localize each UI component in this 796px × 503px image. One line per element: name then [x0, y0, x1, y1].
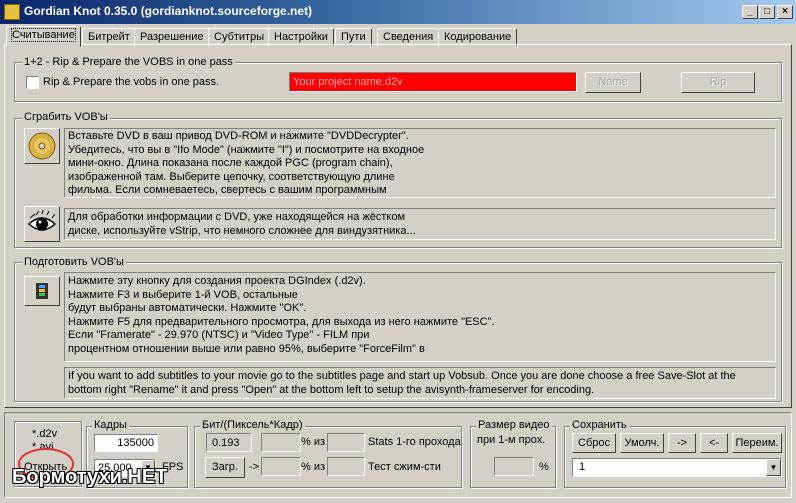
video-size-pct: %: [539, 461, 549, 473]
prepare-line-5: Если "Framerate" - 29.970 (NTSC) и "Vide…: [68, 329, 370, 341]
dgindex-button[interactable]: [24, 276, 60, 306]
project-name-input[interactable]: Your project name.d2v: [289, 72, 577, 92]
stats-total-field[interactable]: [327, 433, 365, 452]
save-label: Сохранить: [570, 419, 629, 431]
minimize-button[interactable]: _: [742, 5, 758, 19]
ext-d2v-label: *.d2v: [32, 428, 58, 440]
frames-value: 135000: [117, 437, 154, 449]
prepare-line-4: Нажмите F5 для предварительного просмотр…: [68, 315, 495, 328]
test-total-field[interactable]: [327, 457, 365, 476]
test-label: Тест сжим-сти: [368, 461, 441, 473]
arrow-label: ->: [249, 461, 260, 473]
project-name-placeholder: Your project name.d2v: [293, 76, 403, 88]
pct-from-label-2: % из: [301, 461, 326, 473]
stats-label: Stats 1-го прохода: [368, 436, 461, 448]
reset-button[interactable]: Сброс: [572, 433, 616, 453]
prepare-group-legend: Подготовить VOB'ы: [22, 256, 126, 268]
pct-from-label-1: % из: [301, 436, 326, 448]
prepare-line-6: процентном отношении выше или равно 95%,…: [68, 342, 425, 355]
default-button[interactable]: Умолч.: [620, 433, 664, 453]
subtitle-note-text: If you want to add subtitles to your mov…: [68, 370, 736, 396]
pct-stats-field[interactable]: [261, 433, 301, 452]
dvd-instructions-box: Вставьте DVD в ваш привод DVD-ROM и нажм…: [64, 128, 776, 198]
maximize-button[interactable]: □: [759, 5, 775, 19]
tab-reading[interactable]: Считывание: [6, 26, 81, 47]
subtitle-note-box: If you want to add subtitles to your mov…: [64, 367, 776, 399]
save-slot-select[interactable]: 1 ▼: [572, 458, 782, 477]
rip-prepare-label: Rip & Prepare the vobs in one pass.: [43, 76, 220, 88]
vstrip-instructions-box: Для обработки информации с DVD, уже нахо…: [64, 208, 776, 240]
close-button[interactable]: ×: [777, 5, 793, 19]
title-bar: Gordian Knot 0.35.0 (gordianknot.sourcef…: [0, 0, 796, 24]
prepare-instructions-box: Нажмите эту кнопку для создания проекта …: [64, 272, 776, 362]
app-icon: [4, 4, 20, 20]
vstrip-instructions-text: Для обработки информации с DVD, уже нахо…: [68, 211, 416, 237]
eye-icon: [27, 210, 57, 231]
dvd-instructions-text: Вставьте DVD в ваш привод DVD-ROM и нажм…: [68, 130, 425, 196]
rip-group-legend: 1+2 - Rip & Prepare the VOBS in one pass: [22, 56, 235, 68]
bits-value: 0.193: [212, 437, 240, 449]
frames-label: Кадры: [92, 419, 129, 431]
pct-test-field[interactable]: [261, 457, 301, 476]
grab-group-legend: Сграбить VOB'ы: [22, 111, 110, 123]
bits-label: Бит/(Пиксель*Кадр): [200, 419, 305, 431]
frames-input[interactable]: 135000: [94, 434, 158, 452]
video-size-label-2: при 1-м прох.: [477, 434, 546, 446]
save-slot-value: 1: [579, 461, 586, 473]
video-size-label-1: Размер видео: [476, 419, 552, 431]
rip-prepare-checkbox[interactable]: [26, 76, 39, 89]
chevron-down-icon[interactable]: ▼: [766, 459, 781, 476]
bits-value-box: 0.193: [206, 433, 252, 452]
film-strip-icon: [36, 283, 48, 299]
vstrip-button[interactable]: [24, 206, 60, 242]
load-button[interactable]: Загр.: [205, 457, 245, 478]
name-button[interactable]: Name: [585, 72, 641, 93]
dvd-disc-icon: [28, 132, 56, 160]
video-size-field[interactable]: [494, 457, 534, 476]
prepare-line-3: будут выбраны автоматически. Нажмите "OK…: [68, 302, 307, 314]
prev-slot-button[interactable]: <-: [700, 433, 728, 453]
next-slot-button[interactable]: ->: [668, 433, 696, 453]
window-title: Gordian Knot 0.35.0 (gordianknot.sourcef…: [24, 4, 313, 18]
prepare-line-2: Нажмите F3 и выберите 1-й VOB, остальные: [68, 288, 298, 301]
rename-button[interactable]: Переим.: [732, 433, 782, 453]
rip-button[interactable]: Rip: [681, 72, 755, 93]
dvd-decrypter-button[interactable]: [24, 128, 60, 164]
watermark: Бормотухи.НЕТ: [12, 466, 168, 488]
prepare-line-1: Нажмите эту кнопку для создания проекта …: [68, 275, 366, 287]
